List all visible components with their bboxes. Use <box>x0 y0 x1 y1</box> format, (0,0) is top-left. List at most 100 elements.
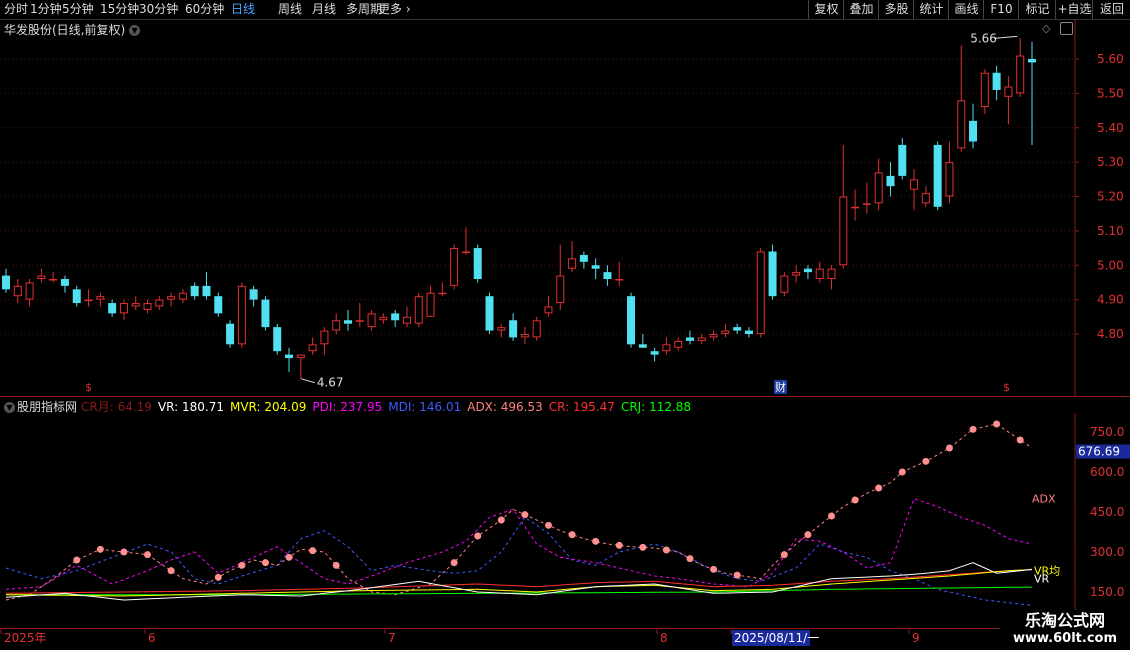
candle <box>261 296 270 331</box>
candle <box>509 313 518 341</box>
adx-marker <box>804 531 812 539</box>
period-tab-3[interactable]: 15分钟 <box>100 1 139 18</box>
toolbar-button-8[interactable]: 返回 <box>1092 0 1130 19</box>
candle <box>60 275 69 293</box>
indicator-tick-label: 300.0 <box>1090 545 1124 559</box>
adx-marker <box>332 561 340 569</box>
adx-marker <box>1016 436 1024 444</box>
candle <box>414 292 423 328</box>
price-tick-label: 4.90 <box>1097 293 1124 307</box>
adx-marker <box>497 516 505 524</box>
price-tick-label: 5.40 <box>1097 121 1124 135</box>
legend-item-6: CR: 195.47 <box>548 400 615 414</box>
high-price-arrow <box>994 35 1018 39</box>
period-tab-1[interactable]: 1分钟 <box>30 1 62 18</box>
low-price-label: 4.67 <box>317 376 344 390</box>
period-tab-6[interactable]: 日线 <box>231 1 255 18</box>
candle <box>980 69 989 114</box>
period-tab-0[interactable]: 分时 <box>4 1 28 18</box>
adx-marker <box>544 521 552 529</box>
event-marker-dividend: $ <box>85 381 92 394</box>
candle <box>532 316 541 341</box>
period-tab-5[interactable]: 60分钟 <box>185 1 224 18</box>
period-tab-10[interactable]: 更多 › <box>378 1 411 18</box>
chevron-down-icon[interactable]: ▼ <box>4 402 15 413</box>
adx-marker <box>851 496 859 504</box>
candle <box>969 103 978 149</box>
indicator-title: 股朋指标网 <box>17 400 78 414</box>
adx-marker <box>144 551 152 559</box>
candle <box>768 244 777 300</box>
toolbar-button-7[interactable]: +自选 <box>1055 0 1093 19</box>
adx-line <box>5 423 1033 601</box>
toolbar-button-2[interactable]: 多股 <box>878 0 914 19</box>
legend-item-2: MVR: 204.09 <box>229 400 307 414</box>
toolbar-button-4[interactable]: 画线 <box>948 0 984 19</box>
candle <box>933 141 942 211</box>
candle <box>686 330 694 345</box>
price-tick-label: 5.00 <box>1097 258 1124 272</box>
price-tick-label: 5.20 <box>1097 190 1124 204</box>
candle <box>402 306 411 328</box>
adx-marker <box>686 555 694 563</box>
price-tick-label: 4.80 <box>1097 327 1124 341</box>
candle <box>2 268 10 293</box>
period-tab-7[interactable]: 周线 <box>278 1 302 18</box>
date-axis: 2025年 6 7 8 2025/08/11/一 9 <box>0 629 920 646</box>
adx-marker <box>710 565 718 573</box>
candle <box>320 327 329 355</box>
candle <box>721 323 730 338</box>
candle <box>780 272 789 297</box>
period-tab-2[interactable]: 5分钟 <box>62 1 94 18</box>
watermark-url: www.60lt.com <box>1012 631 1118 646</box>
period-tab-8[interactable]: 月线 <box>312 1 336 18</box>
candle <box>638 334 647 348</box>
adx-marker <box>120 548 128 556</box>
candle <box>910 169 919 211</box>
legend-item-5: ADX: 496.53 <box>467 400 543 414</box>
candle <box>744 327 753 338</box>
candle <box>379 313 388 324</box>
candle <box>155 296 164 310</box>
adx-marker <box>969 425 977 433</box>
adx-marker <box>922 457 930 465</box>
legend-item-3: PDI: 237.95 <box>312 400 383 414</box>
candle <box>72 285 81 307</box>
event-marker-finance: 财 <box>775 380 786 394</box>
candle <box>921 186 930 207</box>
toolbar-button-1[interactable]: 叠加 <box>843 0 879 19</box>
period-tab-4[interactable]: 30分钟 <box>139 1 178 18</box>
adx-marker <box>521 511 529 519</box>
period-tab-9[interactable]: 多周期 <box>346 1 382 18</box>
candle <box>178 289 187 304</box>
price-tick-label: 5.30 <box>1097 155 1124 169</box>
toolbar-button-6[interactable]: 标记 <box>1018 0 1056 19</box>
candle <box>108 299 117 317</box>
date-label: 8 <box>660 631 668 645</box>
candle <box>131 296 140 310</box>
candle <box>568 241 577 273</box>
period-toolbar: 分时 1分钟 5分钟 15分钟 30分钟 60分钟 日线 周线 月线 多周期 更多 › 复权 叠加 多股统… <box>0 0 1130 20</box>
toolbar-button-3[interactable]: 统计 <box>913 0 949 19</box>
indicator-tick-label: 600.0 <box>1090 465 1124 479</box>
adx-marker <box>214 573 222 581</box>
candle <box>851 189 860 221</box>
candle <box>992 65 1001 101</box>
candle <box>285 347 294 372</box>
indicator-chart[interactable]: 750.0600.0450.0300.0150.0676.69ADXVR均VR <box>0 413 1130 629</box>
candle <box>249 285 258 307</box>
adx-end-label: ADX <box>1032 493 1056 506</box>
adx-marker <box>875 484 883 492</box>
toolbar-button-5[interactable]: F10 <box>983 0 1019 19</box>
candle <box>792 265 801 283</box>
candle <box>473 244 482 283</box>
candlestick-chart[interactable]: 5.60 5.50 5.40 5.30 5.20 5.10 5.00 4.90 4.80 5.66… <box>0 19 1130 397</box>
date-label: 7 <box>388 631 396 645</box>
adx-marker <box>450 559 458 567</box>
candle <box>450 244 459 290</box>
legend-item-4: MDI: 146.01 <box>388 400 462 414</box>
adx-marker <box>945 444 953 452</box>
candle <box>344 309 352 331</box>
toolbar-button-0[interactable]: 复权 <box>808 0 844 19</box>
candle <box>49 272 58 283</box>
